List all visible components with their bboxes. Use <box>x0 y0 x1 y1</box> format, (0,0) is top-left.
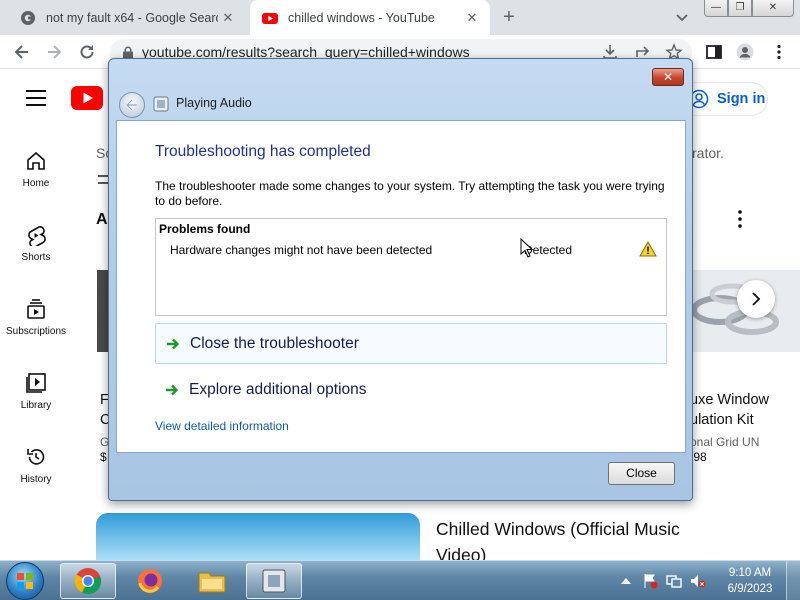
clock-date: 6/9/2023 <box>727 583 773 595</box>
sign-in-button[interactable]: Sign in <box>680 82 768 116</box>
close-button[interactable]: Close <box>608 462 675 485</box>
sidebar-label: Home <box>22 178 50 189</box>
dialog-close-button[interactable]: ✕ <box>652 68 684 86</box>
more-actions-icon[interactable] <box>736 210 744 228</box>
problem-description[interactable]: Hardware changes might not have been det… <box>170 243 432 257</box>
taskbar-firefox-button[interactable] <box>122 563 178 599</box>
dialog-title: Playing Audio <box>176 96 252 110</box>
tab-title: not my fault x64 - Google Search <box>46 10 218 25</box>
tab-search-chevron-icon[interactable] <box>672 7 692 27</box>
side-panel-icon[interactable] <box>705 43 723 61</box>
shorts-icon <box>28 226 46 246</box>
reload-icon[interactable] <box>77 42 97 62</box>
taskbar-troubleshooter-button[interactable] <box>246 563 302 599</box>
sidebar-label: History <box>20 474 52 485</box>
sidebar-item-history[interactable]: History <box>0 446 72 485</box>
product-meta-fragment: onal Grid UN <box>690 435 760 449</box>
dialog-back-button[interactable] <box>119 92 145 118</box>
new-tab-button[interactable]: + <box>497 6 521 28</box>
dialog-content: Troubleshooting has completed The troubl… <box>116 120 686 453</box>
tab-title: chilled windows - YouTube <box>288 10 435 25</box>
taskbar-chrome-button[interactable] <box>60 563 116 599</box>
tab-close-icon[interactable]: ✕ <box>462 10 482 26</box>
action-center-flag-icon[interactable] <box>642 573 658 589</box>
sidebar-label: Shorts <box>21 252 51 263</box>
sign-in-label: Sign in <box>717 91 766 107</box>
history-icon <box>27 449 45 465</box>
network-icon[interactable] <box>666 573 682 589</box>
clock-time: 9:10 AM <box>728 567 772 579</box>
taskbar: 9:10 AM 6/9/2023 <box>0 560 800 600</box>
explorer-icon <box>198 572 226 593</box>
chrome-icon <box>74 568 102 595</box>
back-arrow-icon <box>125 99 137 111</box>
green-arrow-icon <box>166 384 179 395</box>
video-thumbnail[interactable] <box>96 513 420 560</box>
dialog-heading: Troubleshooting has completed <box>155 143 371 160</box>
library-icon <box>26 373 46 393</box>
explore-options-link[interactable]: Explore additional options <box>155 369 667 410</box>
subscriptions-icon <box>27 299 45 319</box>
chrome-menu-icon[interactable] <box>770 43 788 61</box>
home-icon <box>27 151 45 170</box>
video-title[interactable]: Chilled Windows (Official Music Video) <box>436 516 726 560</box>
tab-google-search[interactable]: not my fault x64 - Google Search ✕ <box>8 0 246 35</box>
window-controls: — ❐ ✕ <box>704 0 794 18</box>
sidebar-item-subscriptions[interactable]: Subscriptions <box>0 298 72 337</box>
tab-youtube[interactable]: chilled windows - YouTube ✕ <box>250 0 490 35</box>
start-button[interactable] <box>6 562 44 600</box>
warning-icon <box>639 241 657 257</box>
youtube-logo-icon[interactable] <box>71 86 103 110</box>
maximize-button[interactable]: ❐ <box>728 0 752 17</box>
minimize-button[interactable]: — <box>704 0 728 17</box>
troubleshooter-app-icon <box>153 96 169 112</box>
hamburger-menu-icon[interactable] <box>26 90 46 106</box>
youtube-icon <box>262 12 278 24</box>
clock[interactable]: 9:10 AM 6/9/2023 <box>722 565 778 597</box>
windows-logo-icon <box>17 573 33 589</box>
back-arrow-icon[interactable] <box>12 42 32 62</box>
show-desktop-button[interactable] <box>786 561 800 600</box>
sidebar-label: Subscriptions <box>5 326 67 337</box>
window-close-button[interactable]: ✕ <box>752 0 794 17</box>
show-hidden-icons-icon[interactable] <box>620 575 632 587</box>
troubleshooter-icon <box>262 569 286 593</box>
product-title-fragment: ulation Kit <box>690 412 754 428</box>
sidebar-item-shorts[interactable]: Shorts <box>0 224 72 263</box>
sidebar-item-home[interactable]: Home <box>0 150 72 189</box>
mouse-cursor-icon <box>520 238 534 258</box>
tab-close-icon[interactable]: ✕ <box>218 10 238 26</box>
chevron-right-icon <box>752 292 761 306</box>
carousel-next-button[interactable] <box>737 280 775 318</box>
problems-found-box: Problems found Hardware changes might no… <box>155 218 667 316</box>
search-results-fragment: rator. <box>692 145 724 161</box>
shelf-heading-fragment: A <box>96 211 108 228</box>
view-detailed-information-link[interactable]: View detailed information <box>155 419 289 433</box>
command-link-label: Explore additional options <box>189 380 367 398</box>
green-arrow-icon <box>167 338 180 349</box>
sidebar-label: Library <box>20 400 52 411</box>
dialog-description: The troubleshooter made some changes to … <box>155 179 665 208</box>
close-troubleshooter-link[interactable]: Close the troubleshooter <box>155 323 667 364</box>
profile-icon[interactable] <box>736 43 754 61</box>
forward-arrow-icon[interactable] <box>44 42 64 62</box>
sidebar-item-library[interactable]: Library <box>0 372 72 411</box>
google-icon <box>21 10 35 25</box>
troubleshooter-dialog: ✕ Playing Audio Troubleshooting has comp… <box>108 58 693 501</box>
command-link-label: Close the troubleshooter <box>190 334 359 352</box>
volume-muted-icon[interactable] <box>690 573 706 589</box>
product-title-fragment: uxe Window <box>690 392 769 408</box>
tab-strip: not my fault x64 - Google Search ✕ chill… <box>0 0 800 35</box>
firefox-icon <box>138 569 162 593</box>
product-price-fragment: $ <box>100 450 107 464</box>
problems-header: Problems found <box>159 222 251 236</box>
taskbar-explorer-button[interactable] <box>184 563 240 599</box>
